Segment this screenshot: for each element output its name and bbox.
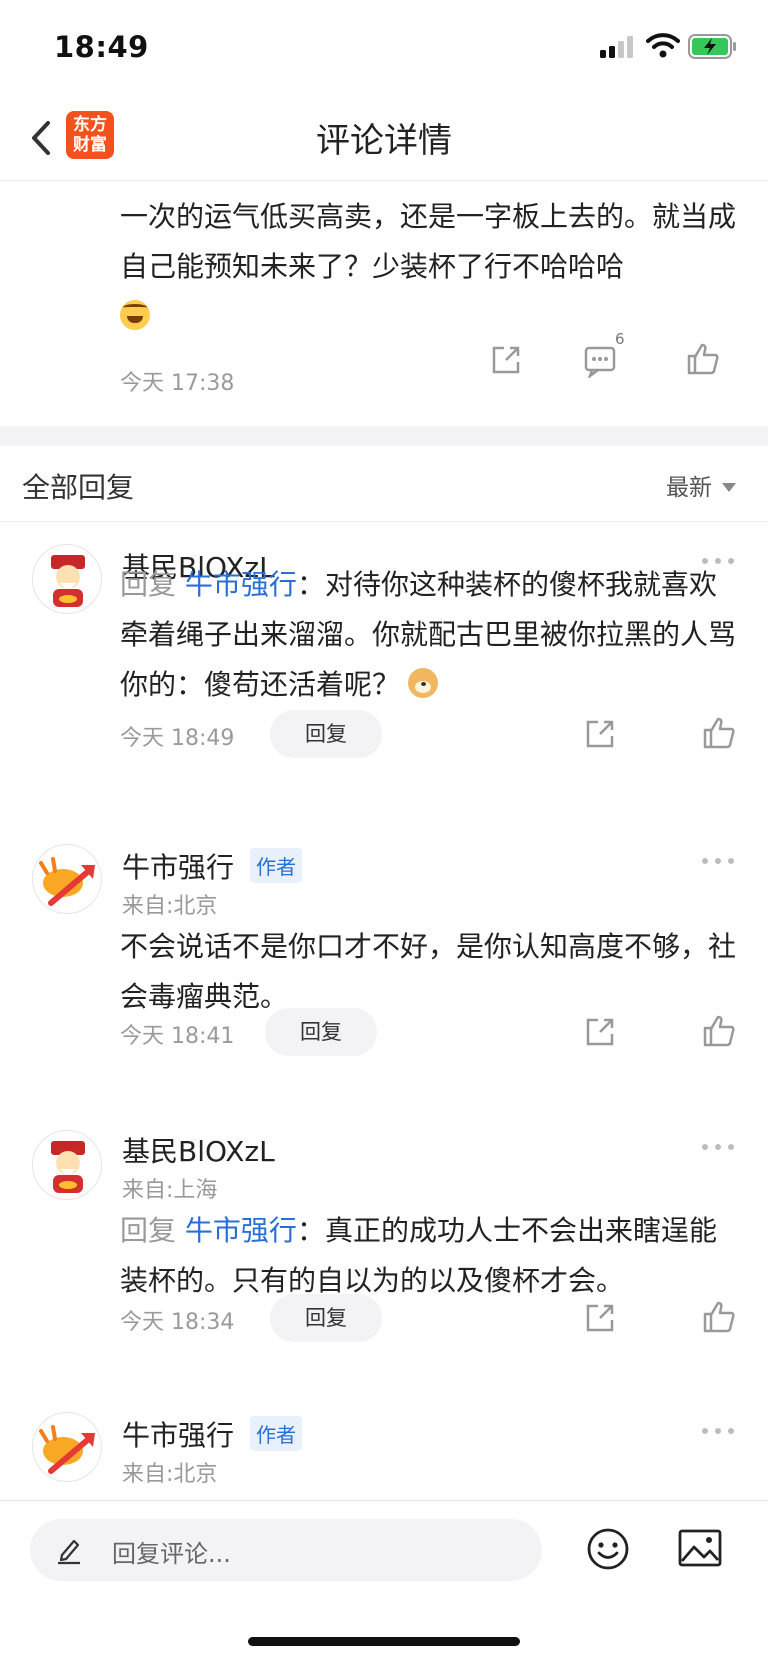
sort-label: 最新 (666, 475, 712, 501)
reply-item: 基民BlOXzL 来自:上海 回复 牛市强行：真正的成功人士不会出来瞎逞能装杯的… (0, 1110, 768, 1394)
share-icon[interactable] (490, 344, 522, 376)
wifi-icon (646, 32, 680, 58)
reply-item: 牛市强行 作者 来自:北京 不会说话不是你口才不好，是你认知高度不够，社会毒瘤典… (0, 822, 768, 1110)
signal-icon (600, 36, 636, 58)
caret-down-icon (722, 483, 736, 492)
like-icon[interactable] (702, 1300, 736, 1334)
like-icon[interactable] (702, 716, 736, 750)
more-icon[interactable] (702, 1428, 736, 1436)
reply-button[interactable]: 回复 (270, 710, 382, 758)
comment-placeholder: 回复评论... (112, 1540, 231, 1568)
share-icon[interactable] (584, 1016, 616, 1048)
reply-text: 回复 牛市强行：真正的成功人士不会出来瞎逞能装杯的。只有的自以为的以及傻杯才会。 (120, 1214, 717, 1297)
home-indicator (248, 1637, 520, 1646)
reply-button[interactable]: 回复 (270, 1294, 382, 1342)
section-title: 全部回复 (22, 471, 135, 504)
more-icon[interactable] (702, 858, 736, 866)
username[interactable]: 基民BlOXzL (122, 1130, 275, 1170)
location: 来自:上海 (122, 1178, 218, 1203)
image-button[interactable] (678, 1529, 722, 1571)
mention-link[interactable]: 牛市强行 (185, 568, 297, 601)
reply-button[interactable]: 回复 (265, 1008, 377, 1056)
avatar[interactable] (32, 544, 102, 614)
bull-avatar-icon (39, 857, 95, 906)
location: 来自:北京 (122, 1462, 218, 1487)
location: 来自:北京 (122, 894, 218, 919)
reply-time: 今天 18:34 (120, 1310, 235, 1335)
share-icon[interactable] (584, 718, 616, 750)
section-divider (0, 426, 768, 446)
author-badge: 作者 (250, 1416, 302, 1451)
bull-avatar-icon (39, 1425, 95, 1474)
page-title: 评论详情 (316, 121, 452, 161)
mention-link[interactable]: 牛市强行 (185, 1214, 297, 1247)
doge-emoji-icon (408, 668, 439, 698)
username[interactable]: 牛市强行 (122, 846, 234, 886)
original-comment: 一次的运气低买高卖，还是一字板上去的。就当成自己能预知未来了？少装杯了行不哈哈哈… (0, 182, 768, 426)
emoji-button[interactable] (586, 1527, 630, 1575)
image-icon (678, 1529, 722, 1567)
replies-section-header: 全部回复 最新 (0, 446, 768, 522)
original-comment-text: 一次的运气低买高卖，还是一字板上去的。就当成自己能预知未来了？少装杯了行不哈哈哈 (120, 192, 740, 342)
avatar[interactable] (32, 1412, 102, 1482)
nav-bar: 东方 财富 评论详情 (0, 95, 768, 181)
reply-text: 不会说话不是你口才不好，是你认知高度不够，社会毒瘤典范。 (120, 930, 737, 1013)
smiley-icon (587, 1528, 629, 1570)
reply-text: 回复 牛市强行：对待你这种装杯的傻杯我就喜欢牵着绳子出来溜溜。你就配古巴里被你拉… (120, 568, 737, 701)
avatar[interactable] (32, 844, 102, 914)
comment-input[interactable]: 回复评论... (30, 1519, 542, 1581)
status-time: 18:49 (54, 30, 149, 64)
battery-icon (688, 34, 738, 59)
author-badge: 作者 (250, 848, 302, 883)
share-icon[interactable] (584, 1302, 616, 1334)
bottom-bar: 回复评论... (0, 1500, 768, 1663)
status-bar: 18:49 (0, 0, 768, 95)
like-icon[interactable] (702, 1014, 736, 1048)
sort-dropdown[interactable]: 最新 (666, 468, 736, 502)
caishen-avatar-icon (51, 555, 85, 607)
username[interactable]: 牛市强行 (122, 1414, 234, 1454)
grin-emoji-icon (120, 300, 150, 330)
comment-time: 今天 17:38 (120, 371, 235, 396)
like-icon[interactable] (686, 342, 720, 376)
avatar[interactable] (32, 1130, 102, 1200)
reply-time: 今天 18:41 (120, 1024, 235, 1049)
reply-time: 今天 18:49 (120, 726, 235, 751)
comment-count: 6 (615, 330, 625, 348)
reply-item: 基民BlOXzL 回复 牛市强行：对待你这种装杯的傻杯我就喜欢牵着绳子出来溜溜。… (0, 522, 768, 822)
caishen-avatar-icon (51, 1141, 85, 1193)
more-icon[interactable] (702, 1144, 736, 1152)
pen-icon (58, 1539, 80, 1565)
reply-item: 牛市强行 作者 来自:北京 (0, 1394, 768, 1500)
